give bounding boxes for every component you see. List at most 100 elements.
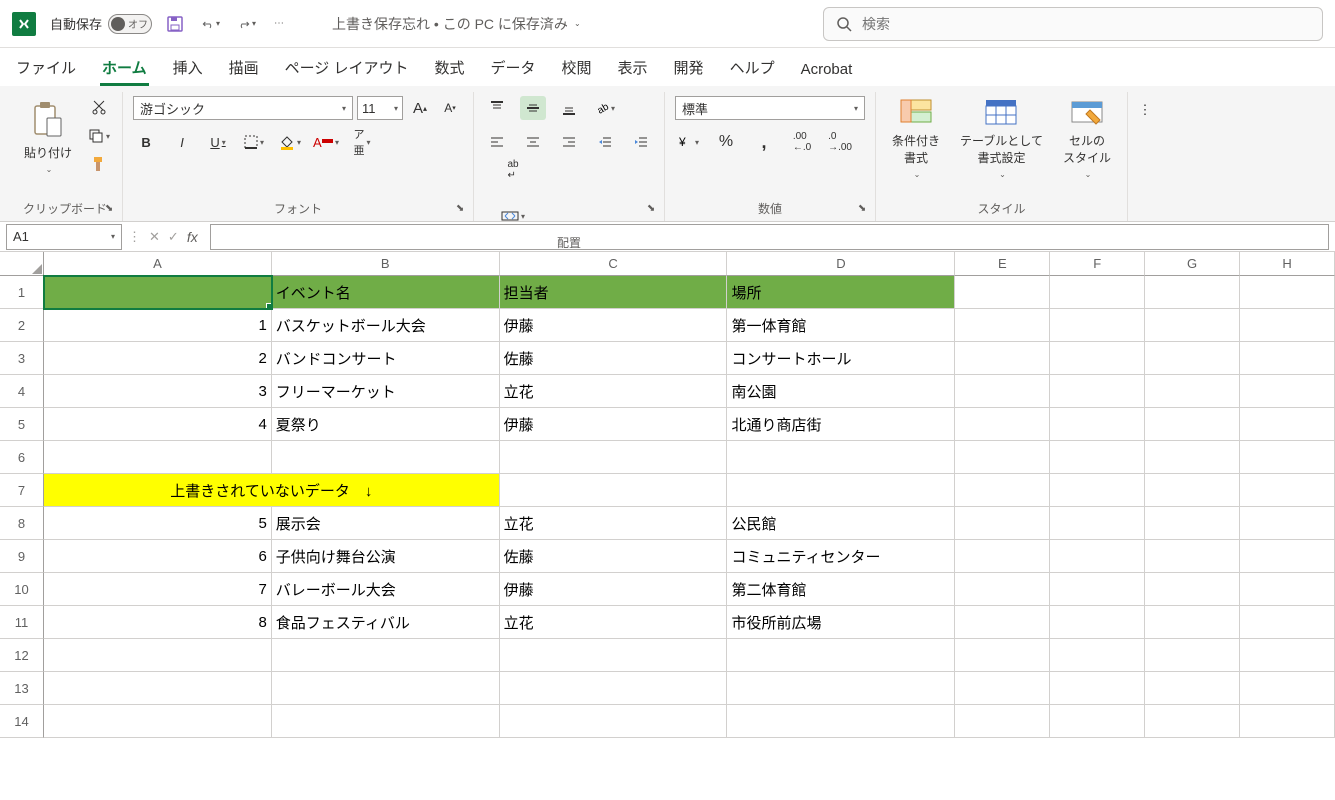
cell[interactable] [1145,342,1240,375]
cell[interactable] [44,705,272,738]
col-header-g[interactable]: G [1145,252,1240,276]
cell[interactable] [955,672,1050,705]
cell[interactable]: コンサートホール [727,342,955,375]
cell[interactable]: 3 [44,375,272,408]
undo-icon[interactable]: ▾ [202,15,220,33]
decrease-font-icon[interactable]: A▾ [437,96,463,120]
document-title[interactable]: 上書き保存忘れ • この PC に保存済み⌄ [332,14,581,34]
cell[interactable] [955,408,1050,441]
cell-styles-button[interactable]: セルの スタイル⌄ [1057,96,1117,181]
cell[interactable] [1240,408,1335,441]
percent-icon[interactable]: % [713,130,739,154]
align-bottom-icon[interactable] [556,96,582,120]
cell[interactable] [1145,408,1240,441]
enter-formula-icon[interactable]: ✓ [168,229,179,245]
align-middle-icon[interactable] [520,96,546,120]
row-header[interactable]: 1 [0,276,44,309]
cell[interactable] [500,639,728,672]
autosave-toggle[interactable]: 自動保存 オフ [50,14,152,34]
tab-help[interactable]: ヘルプ [728,51,777,86]
row-header[interactable]: 11 [0,606,44,639]
cell[interactable] [44,672,272,705]
cell[interactable] [1050,639,1145,672]
ribbon-overflow-icon[interactable]: ⋮ [1132,98,1158,122]
border-icon[interactable]: ▾ [241,130,267,154]
cell[interactable] [1240,606,1335,639]
cell[interactable] [1240,342,1335,375]
cell[interactable]: バレーボール大会 [272,573,500,606]
italic-icon[interactable]: I [169,130,195,154]
name-box[interactable]: A1▾ [6,224,122,250]
align-left-icon[interactable] [484,130,510,154]
align-center-icon[interactable] [520,130,546,154]
tab-review[interactable]: 校閲 [560,51,594,86]
increase-decimal-icon[interactable]: .00←.0 [789,130,815,154]
increase-indent-icon[interactable] [628,130,654,154]
cell[interactable] [272,672,500,705]
cell[interactable] [1050,606,1145,639]
cell[interactable] [955,375,1050,408]
cell[interactable] [1240,375,1335,408]
col-header-c[interactable]: C [500,252,728,276]
orientation-icon[interactable]: ab▾ [592,96,618,120]
align-top-icon[interactable] [484,96,510,120]
row-header[interactable]: 3 [0,342,44,375]
cell[interactable] [500,474,728,507]
cell[interactable] [500,672,728,705]
save-icon[interactable] [166,15,184,33]
launcher-number[interactable]: ⬊ [855,201,869,215]
row-header[interactable]: 6 [0,441,44,474]
cell-a1[interactable] [44,276,272,309]
cell[interactable] [272,441,500,474]
cell[interactable]: 立花 [500,507,728,540]
cell-d1[interactable]: 場所 [727,276,955,309]
cell[interactable]: 1 [44,309,272,342]
copy-icon[interactable]: ▾ [86,124,112,148]
increase-font-icon[interactable]: A▴ [407,96,433,120]
cell[interactable]: 6 [44,540,272,573]
cell[interactable]: 佐藤 [500,540,728,573]
cell[interactable] [1050,375,1145,408]
cell[interactable] [1240,507,1335,540]
cell[interactable]: 伊藤 [500,309,728,342]
cell[interactable] [727,705,955,738]
cell[interactable]: 北通り商店街 [727,408,955,441]
row-header[interactable]: 12 [0,639,44,672]
cell[interactable]: 第二体育館 [727,573,955,606]
phonetic-icon[interactable]: ア亜▾ [349,130,375,154]
cell[interactable] [1145,540,1240,573]
cell[interactable] [1145,639,1240,672]
cell[interactable] [1145,441,1240,474]
format-painter-icon[interactable] [86,152,112,176]
cell[interactable] [1145,276,1240,309]
cell[interactable] [727,441,955,474]
cell[interactable] [955,276,1050,309]
launcher-alignment[interactable]: ⬊ [644,201,658,215]
cell[interactable] [1145,705,1240,738]
align-right-icon[interactable] [556,130,582,154]
cell[interactable] [1145,474,1240,507]
cell[interactable] [1050,672,1145,705]
cell[interactable] [1050,276,1145,309]
cell-c1[interactable]: 担当者 [500,276,728,309]
col-header-f[interactable]: F [1050,252,1145,276]
cell[interactable]: 8 [44,606,272,639]
cell[interactable] [1145,309,1240,342]
cell[interactable] [955,474,1050,507]
cell[interactable] [1050,408,1145,441]
cell[interactable] [955,606,1050,639]
cell[interactable] [1050,342,1145,375]
cell[interactable] [727,672,955,705]
qat-overflow-icon[interactable]: ⋯ [270,15,288,33]
redo-icon[interactable]: ▾ [238,15,256,33]
cell[interactable]: コミュニティセンター [727,540,955,573]
cell[interactable]: 子供向け舞台公演 [272,540,500,573]
col-header-b[interactable]: B [272,252,500,276]
row-header[interactable]: 2 [0,309,44,342]
tab-developer[interactable]: 開発 [672,51,706,86]
tab-home[interactable]: ホーム [100,51,149,86]
cell[interactable] [272,705,500,738]
cell[interactable]: 2 [44,342,272,375]
currency-icon[interactable]: ¥▾ [675,130,701,154]
cell[interactable] [44,639,272,672]
